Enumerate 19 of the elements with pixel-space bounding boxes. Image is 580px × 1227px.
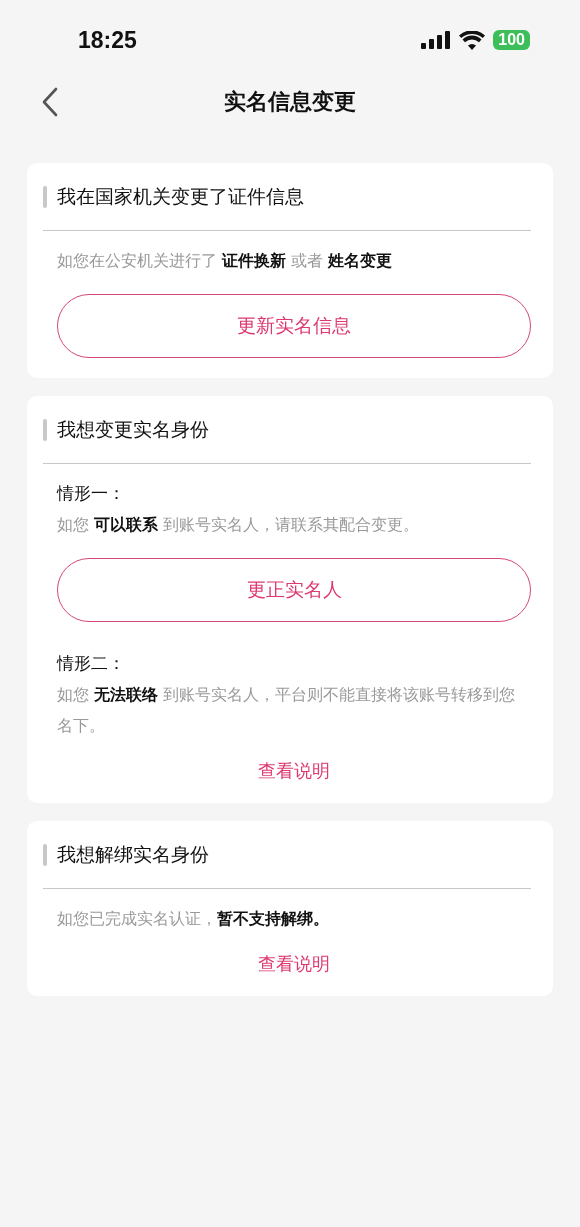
page-title: 实名信息变更 (224, 88, 356, 116)
view-details-link[interactable]: 查看说明 (258, 759, 330, 783)
wifi-icon (459, 30, 486, 50)
signal-icon (421, 31, 452, 49)
section-title: 我想变更实名身份 (57, 416, 209, 442)
battery-indicator: 100 (493, 30, 530, 50)
action-button[interactable]: 更正实名人 (57, 558, 531, 622)
action-button[interactable]: 更新实名信息 (57, 294, 531, 358)
case-label: 情形二： (57, 652, 126, 675)
description-text: 如您已完成实名认证，暂不支持解绑。 (57, 908, 330, 930)
description-text: 如您 无法联络 到账号实名人，平台则不能直接将该账号转移到您名下。 (57, 684, 517, 737)
description-text: 如您 可以联系 到账号实名人，请联系其配合变更。 (57, 514, 421, 536)
back-icon[interactable] (42, 87, 58, 117)
section-title: 我想解绑实名身份 (57, 841, 209, 867)
case-label: 情形一： (57, 482, 126, 505)
section-title: 我在国家机关变更了证件信息 (57, 183, 304, 209)
view-details-link[interactable]: 查看说明 (258, 952, 330, 976)
status-time: 18:25 (78, 26, 137, 54)
description-text: 如您在公安机关进行了 证件换新 或者 姓名变更 (57, 250, 394, 272)
